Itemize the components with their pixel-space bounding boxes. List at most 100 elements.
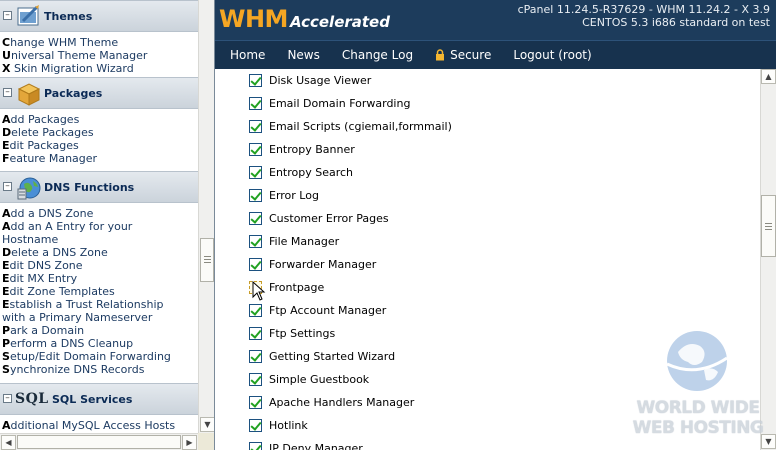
sidebar-link-list: Change WHM Theme Universal Theme Manager… — [0, 32, 198, 77]
feature-label: Forwarder Manager — [269, 257, 377, 271]
sidebar-link-add-dns-zone[interactable]: Add a DNS Zone — [2, 207, 198, 220]
feature-label: Ftp Settings — [269, 326, 336, 340]
collapse-toggle-icon[interactable]: – — [3, 182, 12, 191]
feature-checkbox[interactable] — [249, 395, 262, 409]
feature-checkbox[interactable] — [249, 73, 262, 87]
feature-label: Disk Usage Viewer — [269, 73, 372, 87]
dns-globe-icon — [17, 177, 41, 200]
feature-checkbox[interactable] — [249, 96, 262, 110]
feature-label: IP Deny Manager — [269, 441, 363, 450]
feature-checkbox[interactable] — [249, 211, 262, 225]
feature-checkbox[interactable] — [249, 257, 262, 271]
sidebar-link-add-a-entry-cont[interactable]: Hostname — [2, 233, 198, 246]
feature-row[interactable]: Ftp Settings — [249, 325, 335, 341]
sidebar-link-domain-forwarding[interactable]: Setup/Edit Domain Forwarding — [2, 350, 198, 363]
feature-label: Entropy Search — [269, 165, 354, 179]
scrollbar-thumb[interactable] — [761, 195, 776, 257]
section-title: Packages — [44, 86, 103, 100]
feature-checkbox[interactable] — [249, 165, 262, 179]
feature-checkbox[interactable] — [249, 188, 262, 202]
sidebar-link-universal-theme-manager[interactable]: Universal Theme Manager — [2, 49, 198, 62]
globe-watermark-icon — [666, 331, 728, 391]
feature-checkbox[interactable] — [249, 349, 262, 363]
nav-home[interactable]: Home — [230, 48, 265, 62]
collapse-toggle-icon[interactable]: – — [3, 88, 12, 97]
sidebar-link-add-packages[interactable]: Add Packages — [2, 113, 198, 126]
sidebar-link-delete-packages[interactable]: Delete Packages — [2, 126, 198, 139]
sidebar-section-header[interactable]: – Themes — [0, 0, 198, 32]
sidebar-link-sync-dns-records[interactable]: Synchronize DNS Records — [2, 363, 198, 376]
scroll-left-button[interactable]: ◀ — [1, 435, 16, 450]
feature-row[interactable]: Email Scripts (cgiemail,formmail) — [249, 118, 452, 134]
feature-checkbox[interactable] — [249, 418, 262, 432]
sidebar-vertical-scrollbar[interactable]: ▼ — [198, 0, 214, 433]
sidebar-link-edit-mx-entry[interactable]: Edit MX Entry — [2, 272, 198, 285]
sidebar-link-list: Add Packages Delete Packages Edit Packag… — [0, 109, 198, 171]
feature-checkbox[interactable] — [249, 326, 262, 340]
watermark-line-2: WEB HOSTING — [632, 418, 764, 438]
feature-row[interactable]: File Manager — [249, 233, 339, 249]
feature-checkbox[interactable] — [249, 441, 262, 450]
scroll-right-button[interactable]: ▶ — [182, 435, 197, 450]
sidebar-section-header[interactable]: – DNS Functions — [0, 171, 198, 203]
sidebar-link-delete-dns-zone[interactable]: Delete a DNS Zone — [2, 246, 198, 259]
feature-row[interactable]: Entropy Search — [249, 164, 353, 180]
feature-label: Customer Error Pages — [269, 211, 389, 225]
feature-label: Email Scripts (cgiemail,formmail) — [269, 119, 452, 133]
sidebar-link-skin-migration-wizard[interactable]: X Skin Migration Wizard — [2, 62, 198, 75]
feature-checkbox[interactable] — [249, 372, 262, 386]
scrollbar-thumb[interactable] — [200, 238, 214, 282]
feature-row[interactable]: Entropy Banner — [249, 141, 355, 157]
section-title: Themes — [44, 9, 93, 23]
nav-logout[interactable]: Logout (root) — [513, 48, 591, 62]
feature-checkbox[interactable] — [249, 119, 262, 133]
feature-checkbox[interactable] — [249, 303, 262, 317]
sidebar-link-additional-mysql-hosts[interactable]: Additional MySQL Access Hosts — [2, 419, 198, 432]
version-line-2: CENTOS 5.3 i686 standard on test — [582, 16, 770, 29]
nav-news[interactable]: News — [287, 48, 319, 62]
sidebar-link-add-a-entry[interactable]: Add an A Entry for your — [2, 220, 198, 233]
scrollbar-thumb[interactable] — [17, 435, 181, 449]
feature-row[interactable]: Email Domain Forwarding — [249, 95, 410, 111]
sidebar-link-edit-dns-zone[interactable]: Edit DNS Zone — [2, 259, 198, 272]
feature-row[interactable]: IP Deny Manager — [249, 440, 363, 450]
feature-row[interactable]: Apache Handlers Manager — [249, 394, 414, 410]
feature-checkbox[interactable] — [249, 142, 262, 156]
sidebar-link-edit-zone-templates[interactable]: Edit Zone Templates — [2, 285, 198, 298]
nav-secure[interactable]: Secure — [435, 48, 491, 62]
sidebar-section-header[interactable]: – SQL SQL Services — [0, 383, 198, 415]
scroll-up-button[interactable]: ▲ — [761, 69, 776, 84]
logo-sub-text: Accelerated — [289, 13, 390, 31]
feature-label: Hotlink — [269, 418, 308, 432]
feature-row[interactable]: Hotlink — [249, 417, 308, 433]
sidebar-link-feature-manager[interactable]: Feature Manager — [2, 152, 198, 165]
feature-label: Apache Handlers Manager — [269, 395, 415, 409]
feature-checkbox[interactable] — [249, 234, 262, 248]
feature-row[interactable]: Customer Error Pages — [249, 210, 389, 226]
sidebar-link-change-whm-theme[interactable]: Change WHM Theme — [2, 36, 198, 49]
feature-row[interactable]: Ftp Account Manager — [249, 302, 386, 318]
feature-label: Email Domain Forwarding — [269, 96, 411, 110]
sidebar-link-edit-packages[interactable]: Edit Packages — [2, 139, 198, 152]
feature-label: Error Log — [269, 188, 319, 202]
feature-row[interactable]: Error Log — [249, 187, 319, 203]
sidebar-horizontal-scrollbar[interactable]: ◀ ▶ — [0, 433, 198, 450]
feature-label: File Manager — [269, 234, 340, 248]
sidebar-section-themes: – Themes Change WHM Theme Universal Them… — [0, 0, 198, 77]
feature-label: Simple Guestbook — [269, 372, 370, 386]
collapse-toggle-icon[interactable]: – — [3, 11, 12, 20]
sidebar-link-establish-trust-cont[interactable]: with a Primary Nameserver — [2, 311, 198, 324]
sidebar-link-establish-trust[interactable]: Establish a Trust Relationship — [2, 298, 198, 311]
sidebar-link-dns-cleanup[interactable]: Perform a DNS Cleanup — [2, 337, 198, 350]
feature-row[interactable]: Disk Usage Viewer — [249, 72, 371, 88]
collapse-toggle-icon[interactable]: – — [3, 394, 12, 403]
version-line-1: cPanel 11.24.5-R37629 - WHM 11.24.2 - X … — [517, 3, 770, 16]
sidebar-link-park-domain[interactable]: Park a Domain — [2, 324, 198, 337]
sidebar-section-header[interactable]: – Packages — [0, 77, 198, 109]
feature-row[interactable]: Simple Guestbook — [249, 371, 369, 387]
scroll-down-button[interactable]: ▼ — [200, 417, 214, 432]
feature-row[interactable]: Getting Started Wizard — [249, 348, 395, 364]
nav-change-log[interactable]: Change Log — [342, 48, 413, 62]
logo-main-text: WHM — [219, 5, 288, 33]
feature-row[interactable]: Forwarder Manager — [249, 256, 376, 272]
